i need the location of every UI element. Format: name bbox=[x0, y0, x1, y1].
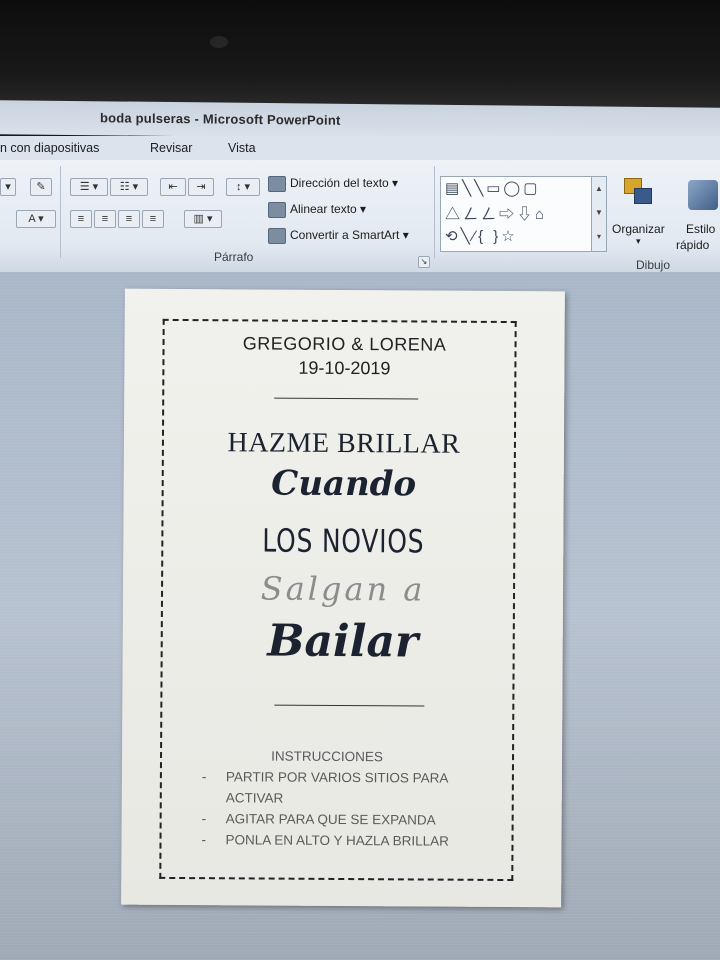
webcam bbox=[210, 36, 228, 48]
increase-indent-button[interactable]: ⇥ bbox=[188, 178, 214, 196]
wedding-date[interactable]: 19-10-2019 bbox=[124, 357, 564, 381]
quick-styles-button[interactable]: Estilo bbox=[686, 222, 715, 236]
window-title: boda pulseras - Microsoft PowerPoint bbox=[100, 110, 341, 128]
monitor-bezel bbox=[0, 0, 720, 108]
instructions-heading: INSTRUCCIONES bbox=[271, 748, 383, 765]
instruction-item-3: PONLA EN ALTO Y HAZLA BRILLAR bbox=[201, 829, 481, 852]
headline-hazme-brillar[interactable]: HAZME BRILLAR bbox=[124, 427, 564, 462]
headline-bailar[interactable]: Bailar bbox=[123, 615, 563, 669]
numbering-button[interactable]: ☷ ▾ bbox=[110, 178, 148, 196]
align-center-button[interactable]: ≡ bbox=[94, 210, 116, 228]
justify-button[interactable]: ≡ bbox=[142, 210, 164, 228]
headline-cuando[interactable]: Cuando bbox=[124, 463, 564, 506]
couple-names[interactable]: GREGORIO & LORENA bbox=[124, 333, 564, 357]
instruction-item-2: AGITAR PARA QUE SE EXPANDA bbox=[202, 808, 482, 831]
font-size-down-button[interactable]: ▾ bbox=[0, 178, 16, 196]
align-left-button[interactable]: ≡ bbox=[70, 210, 92, 228]
quick-styles-label-2: rápido bbox=[676, 238, 710, 252]
ribbon-tabs: n con diapositivas Revisar Vista bbox=[0, 136, 720, 162]
bullets-button[interactable]: ☰ ▾ bbox=[70, 178, 108, 196]
columns-button[interactable]: ▥ ▾ bbox=[184, 210, 222, 228]
instructions-textbox[interactable]: INSTRUCCIONES PARTIR POR VARIOS SITIOS P… bbox=[201, 745, 482, 852]
shapes-row-3: ⟲╲∕{ }☆ bbox=[445, 228, 518, 245]
shapes-row-1: ▤╲╲▭◯▢ bbox=[445, 180, 541, 197]
arrange-dropdown-icon[interactable]: ▾ bbox=[636, 236, 641, 247]
arrange-icon bbox=[624, 178, 654, 208]
more-icon[interactable]: ▾ bbox=[592, 225, 606, 249]
clear-format-button[interactable]: ✎ bbox=[30, 178, 52, 196]
line-spacing-button[interactable]: ↕ ▾ bbox=[226, 178, 260, 196]
font-color-button[interactable]: A ▾ bbox=[16, 210, 56, 228]
align-right-button[interactable]: ≡ bbox=[118, 210, 140, 228]
paragraph-group-label: Párrafo bbox=[214, 250, 254, 264]
divider bbox=[434, 166, 435, 258]
shapes-row-2: △ㄥㄥ⇨⇩⌂ bbox=[445, 206, 548, 223]
instruction-item-1-cont: ACTIVAR bbox=[225, 790, 284, 806]
divider bbox=[60, 166, 61, 258]
decrease-indent-button[interactable]: ⇤ bbox=[160, 178, 186, 196]
shapes-gallery-scroll[interactable]: ▲ ▼ ▾ bbox=[591, 176, 607, 252]
align-text-button[interactable]: Alinear texto ▾ bbox=[268, 202, 366, 218]
instruction-item-1: PARTIR POR VARIOS SITIOS PARA bbox=[202, 766, 482, 789]
smartart-icon bbox=[268, 228, 286, 244]
tab-review[interactable]: Revisar bbox=[150, 141, 192, 155]
ribbon: ▾ ✎ A ▾ ☰ ▾ ☷ ▾ ⇤ ⇥ ↕ ▾ ≡ ≡ ≡ ≡ ▥ ▾ Dire… bbox=[0, 160, 720, 273]
tab-slideshow[interactable]: n con diapositivas bbox=[0, 141, 99, 155]
slide-canvas[interactable]: GREGORIO & LORENA 19-10-2019 HAZME BRILL… bbox=[121, 288, 565, 908]
convert-smartart-button[interactable]: Convertir a SmartArt ▾ bbox=[268, 228, 409, 244]
text-direction-button[interactable]: Dirección del texto ▾ bbox=[268, 176, 398, 192]
headline-salgan-a[interactable]: Salgan a bbox=[123, 569, 563, 610]
arrange-button[interactable]: Organizar bbox=[612, 222, 665, 236]
scroll-up-icon[interactable]: ▲ bbox=[592, 177, 606, 201]
tab-view[interactable]: Vista bbox=[228, 141, 256, 155]
headline-los-novios[interactable]: LOS NOVIOS bbox=[172, 521, 515, 561]
scroll-down-icon[interactable]: ▼ bbox=[592, 201, 606, 225]
drawing-group-label: Dibujo bbox=[636, 258, 671, 272]
align-text-icon bbox=[268, 202, 286, 218]
shapes-gallery[interactable]: ▤╲╲▭◯▢ △ㄥㄥ⇨⇩⌂ ⟲╲∕{ }☆ bbox=[440, 176, 592, 252]
text-direction-icon bbox=[268, 176, 286, 192]
quick-styles-icon bbox=[688, 180, 718, 210]
paragraph-dialog-launcher[interactable]: ↘ bbox=[418, 256, 430, 268]
